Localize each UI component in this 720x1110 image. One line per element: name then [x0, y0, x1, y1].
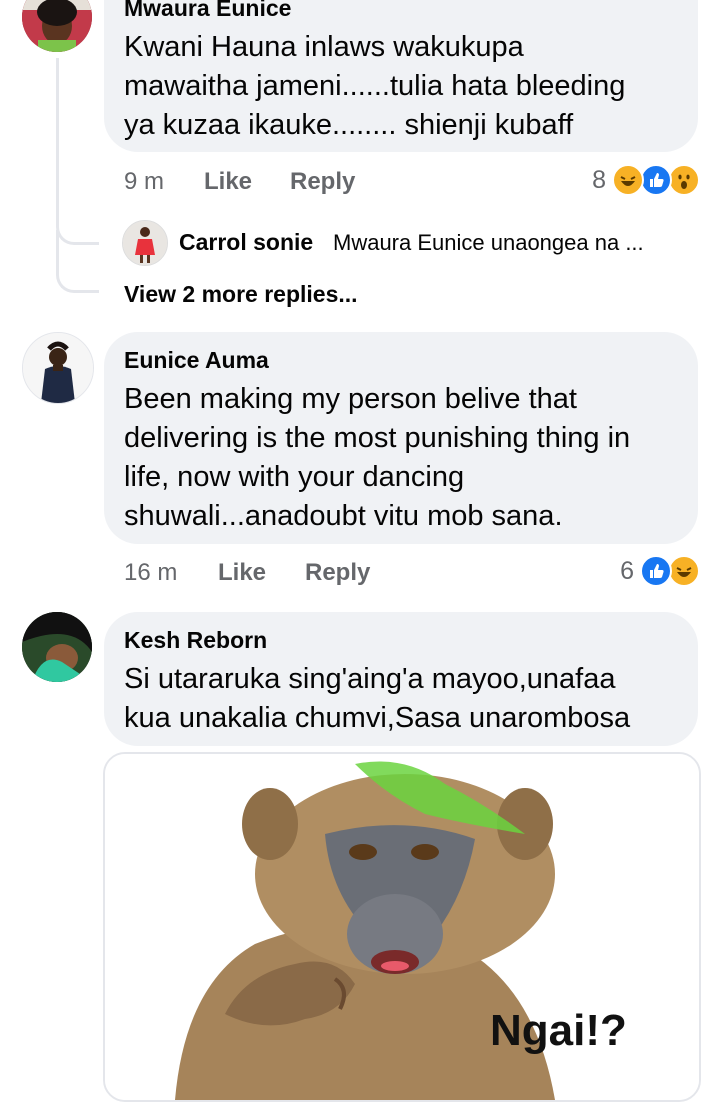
avatar[interactable]	[122, 220, 168, 266]
like-button[interactable]: Like	[218, 559, 266, 587]
reply-preview-text[interactable]: Mwaura Eunice unaongea na ...	[333, 230, 644, 256]
like-icon[interactable]	[640, 164, 672, 196]
comment-text-line: delivering is the most punishing thing i…	[124, 422, 631, 454]
comment-time: 16 m	[124, 559, 178, 586]
comment-time: 9 m	[124, 168, 165, 195]
reply-button[interactable]: Reply	[290, 168, 355, 196]
comment-image[interactable]: Ngai!?	[103, 752, 701, 1102]
comment-text-line: mawaitha jameni......tulia hata bleeding	[124, 70, 626, 102]
haha-icon[interactable]	[668, 555, 700, 587]
comment-text-line: ya kuzaa ikauke........ shienji kubaff	[124, 109, 574, 141]
comment-text-line: Been making my person belive that	[124, 383, 577, 415]
thread-line	[56, 58, 99, 245]
avatar[interactable]	[22, 0, 92, 52]
meme-caption: Ngai!?	[490, 1006, 627, 1055]
reply-button[interactable]: Reply	[305, 559, 370, 587]
avatar[interactable]	[22, 332, 94, 404]
comment-text-line: kua unakalia chumvi,Sasa unarombosa	[124, 702, 631, 734]
comment-author[interactable]: Mwaura Eunice	[124, 0, 291, 22]
reaction-count[interactable]: 6	[608, 557, 634, 586]
avatar[interactable]	[22, 612, 92, 682]
comment-text-line: shuwali...anadoubt vitu mob sana.	[124, 500, 563, 532]
comment-author[interactable]: Eunice Auma	[124, 347, 269, 374]
comment-text-line: Kwani Hauna inlaws wakukupa	[124, 31, 524, 63]
reaction-count[interactable]: 8	[580, 166, 606, 195]
comment-author[interactable]: Kesh Reborn	[124, 627, 267, 654]
comment-text-line: Si utararuka sing'aing'a mayoo,unafaa	[124, 663, 616, 695]
haha-icon[interactable]	[612, 164, 644, 196]
like-button[interactable]: Like	[204, 168, 252, 196]
comment-text-line: life, now with your dancing	[124, 461, 465, 493]
view-more-replies[interactable]: View 2 more replies...	[124, 281, 358, 308]
wow-icon[interactable]	[668, 164, 700, 196]
reply-author[interactable]: Carrol sonie	[179, 229, 313, 256]
like-icon[interactable]	[640, 555, 672, 587]
thread-line	[56, 230, 99, 293]
